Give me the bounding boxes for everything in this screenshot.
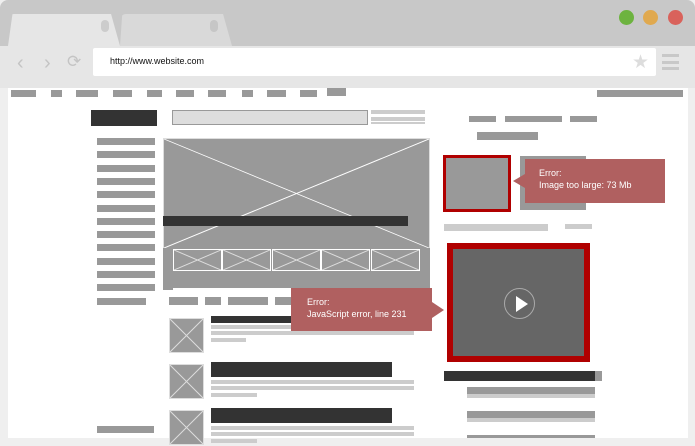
thumbnail[interactable] — [321, 249, 371, 271]
thumbnail[interactable] — [173, 249, 222, 271]
tab-close-dot[interactable] — [101, 20, 109, 32]
thumbnail[interactable] — [271, 249, 321, 271]
error-title: Error: — [539, 168, 562, 178]
sidebar-item[interactable] — [97, 257, 155, 265]
sidebar-item[interactable] — [97, 204, 155, 212]
reload-icon[interactable]: ⟳ — [67, 52, 81, 72]
sidebar-item[interactable] — [97, 151, 155, 159]
list-item-title[interactable] — [211, 362, 392, 377]
error-message: JavaScript error, line 231 — [307, 309, 407, 319]
bookmark-star-icon[interactable]: ★ — [632, 51, 649, 74]
logo — [91, 110, 157, 126]
window-maximize-button[interactable] — [643, 10, 658, 25]
window-minimize-button[interactable] — [619, 10, 634, 25]
address-bar[interactable]: http://www.website.com ★ — [93, 48, 656, 76]
url-text: http://www.website.com — [110, 56, 205, 66]
broken-video-player[interactable] — [447, 243, 590, 362]
sidebar-item[interactable] — [97, 271, 155, 278]
list-item-title[interactable] — [211, 316, 296, 323]
play-icon[interactable] — [503, 287, 535, 319]
thumbnail[interactable] — [222, 249, 272, 271]
forward-icon[interactable]: › — [44, 52, 51, 75]
list-item-title[interactable] — [211, 408, 392, 423]
error-title: Error: — [307, 297, 330, 307]
list-item-thumbnail[interactable] — [169, 410, 204, 445]
right-nav-item[interactable] — [570, 116, 597, 122]
tab-close-dot[interactable] — [210, 20, 218, 32]
error-message: Image too large: 73 Mb — [539, 180, 632, 190]
window-close-button[interactable] — [668, 10, 683, 25]
sidebar-item[interactable] — [97, 177, 155, 185]
hero-image — [163, 138, 430, 249]
sidebar-item[interactable] — [97, 297, 146, 305]
sidebar-item[interactable] — [97, 164, 155, 172]
right-nav-item[interactable] — [469, 116, 496, 122]
right-nav-item[interactable] — [505, 116, 562, 122]
sidebar-item[interactable] — [97, 231, 155, 239]
list-item-thumbnail[interactable] — [169, 318, 204, 353]
thumbnail[interactable] — [370, 249, 420, 271]
sidebar-item[interactable] — [97, 191, 155, 199]
search-input[interactable] — [172, 110, 368, 125]
sidebar-item[interactable] — [97, 244, 155, 252]
broken-image — [443, 155, 511, 212]
sidebar-item[interactable] — [97, 426, 154, 433]
script-error-tooltip: Error: JavaScript error, line 231 — [291, 288, 444, 331]
sidebar-item[interactable] — [97, 138, 155, 145]
back-icon[interactable]: ‹ — [17, 52, 24, 75]
list-item-thumbnail[interactable] — [169, 364, 204, 399]
menu-icon[interactable] — [662, 54, 679, 70]
image-error-tooltip: Error: Image too large: 73 Mb — [513, 159, 665, 203]
hero-caption — [163, 216, 408, 226]
sidebar-item[interactable] — [97, 284, 155, 292]
sidebar-item[interactable] — [97, 217, 155, 225]
